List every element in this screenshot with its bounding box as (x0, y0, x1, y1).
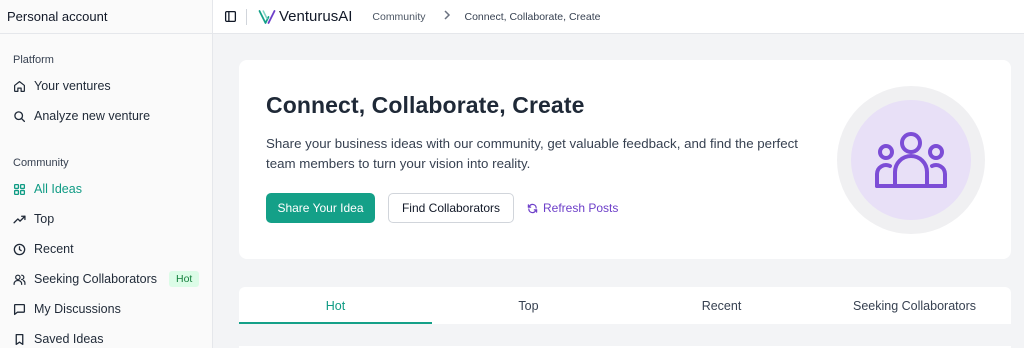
sidebar-item-saved-ideas[interactable]: Saved Ideas (0, 325, 212, 348)
users-icon (13, 273, 26, 286)
top-bar: VenturusAI Community Connect, Collaborat… (213, 0, 1024, 34)
find-collaborators-button[interactable]: Find Collaborators (388, 193, 514, 223)
refresh-posts-link[interactable]: Refresh Posts (527, 193, 618, 223)
tab-top[interactable]: Top (432, 287, 625, 324)
sidebar-item-label: Analyze new venture (34, 109, 151, 123)
brand-name: VenturusAI (279, 8, 353, 25)
tab-seeking-collaborators[interactable]: Seeking Collaborators (818, 287, 1011, 324)
breadcrumb-community[interactable]: Community (372, 11, 425, 23)
home-icon (13, 80, 26, 93)
sidebar-item-recent[interactable]: Recent (0, 235, 212, 263)
refresh-posts-label: Refresh Posts (543, 201, 619, 215)
clock-icon (13, 243, 26, 256)
bookmark-icon (13, 333, 26, 346)
hot-badge: Hot (169, 271, 200, 287)
sidebar-item-your-ventures[interactable]: Your ventures (0, 72, 212, 100)
tab-recent[interactable]: Recent (625, 287, 818, 324)
hero-illustration (837, 86, 985, 234)
divider (246, 8, 247, 25)
share-idea-button[interactable]: Share Your Idea (266, 193, 375, 223)
sidebar-item-label: Your ventures (34, 79, 111, 93)
message-square-icon (13, 303, 26, 316)
sidebar-item-label: All Ideas (34, 182, 82, 196)
sidebar: Personal account Platform Your ventures … (0, 0, 213, 348)
sidebar-item-label: Recent (34, 242, 74, 256)
sidebar-section-community: Community (13, 157, 69, 169)
sidebar-toggle-icon[interactable] (224, 10, 237, 23)
sidebar-item-label: Saved Ideas (34, 332, 104, 346)
sidebar-item-my-discussions[interactable]: My Discussions (0, 295, 212, 323)
sidebar-section-platform: Platform (13, 54, 54, 66)
hero-card: Connect, Collaborate, Create Share your … (239, 60, 1011, 259)
sidebar-item-label: Seeking Collaborators (34, 272, 157, 286)
tab-hot[interactable]: Hot (239, 287, 432, 324)
sidebar-item-all-ideas[interactable]: All Ideas (0, 175, 212, 203)
sidebar-item-label: My Discussions (34, 302, 121, 316)
account-switcher[interactable]: Personal account (0, 0, 212, 34)
brand-logo[interactable]: VenturusAI (258, 8, 352, 25)
grid-icon (13, 183, 26, 196)
sidebar-item-analyze-new-venture[interactable]: Analyze new venture (0, 102, 212, 130)
feed-tabs: Hot Top Recent Seeking Collaborators (239, 287, 1011, 324)
sidebar-item-top[interactable]: Top (0, 205, 212, 233)
refresh-icon (527, 203, 538, 213)
chevron-right-icon (443, 10, 451, 23)
venturus-logo-icon (258, 9, 276, 24)
hero-description: Share your business ideas with our commu… (266, 136, 798, 171)
breadcrumb-current: Connect, Collaborate, Create (464, 10, 601, 23)
search-icon (13, 110, 26, 123)
sidebar-item-seeking-collaborators[interactable]: Seeking Collaborators Hot (0, 265, 212, 293)
trending-up-icon (13, 213, 26, 226)
hero-title: Connect, Collaborate, Create (266, 92, 585, 118)
users-group-icon (875, 132, 947, 188)
sidebar-item-label: Top (34, 212, 55, 226)
